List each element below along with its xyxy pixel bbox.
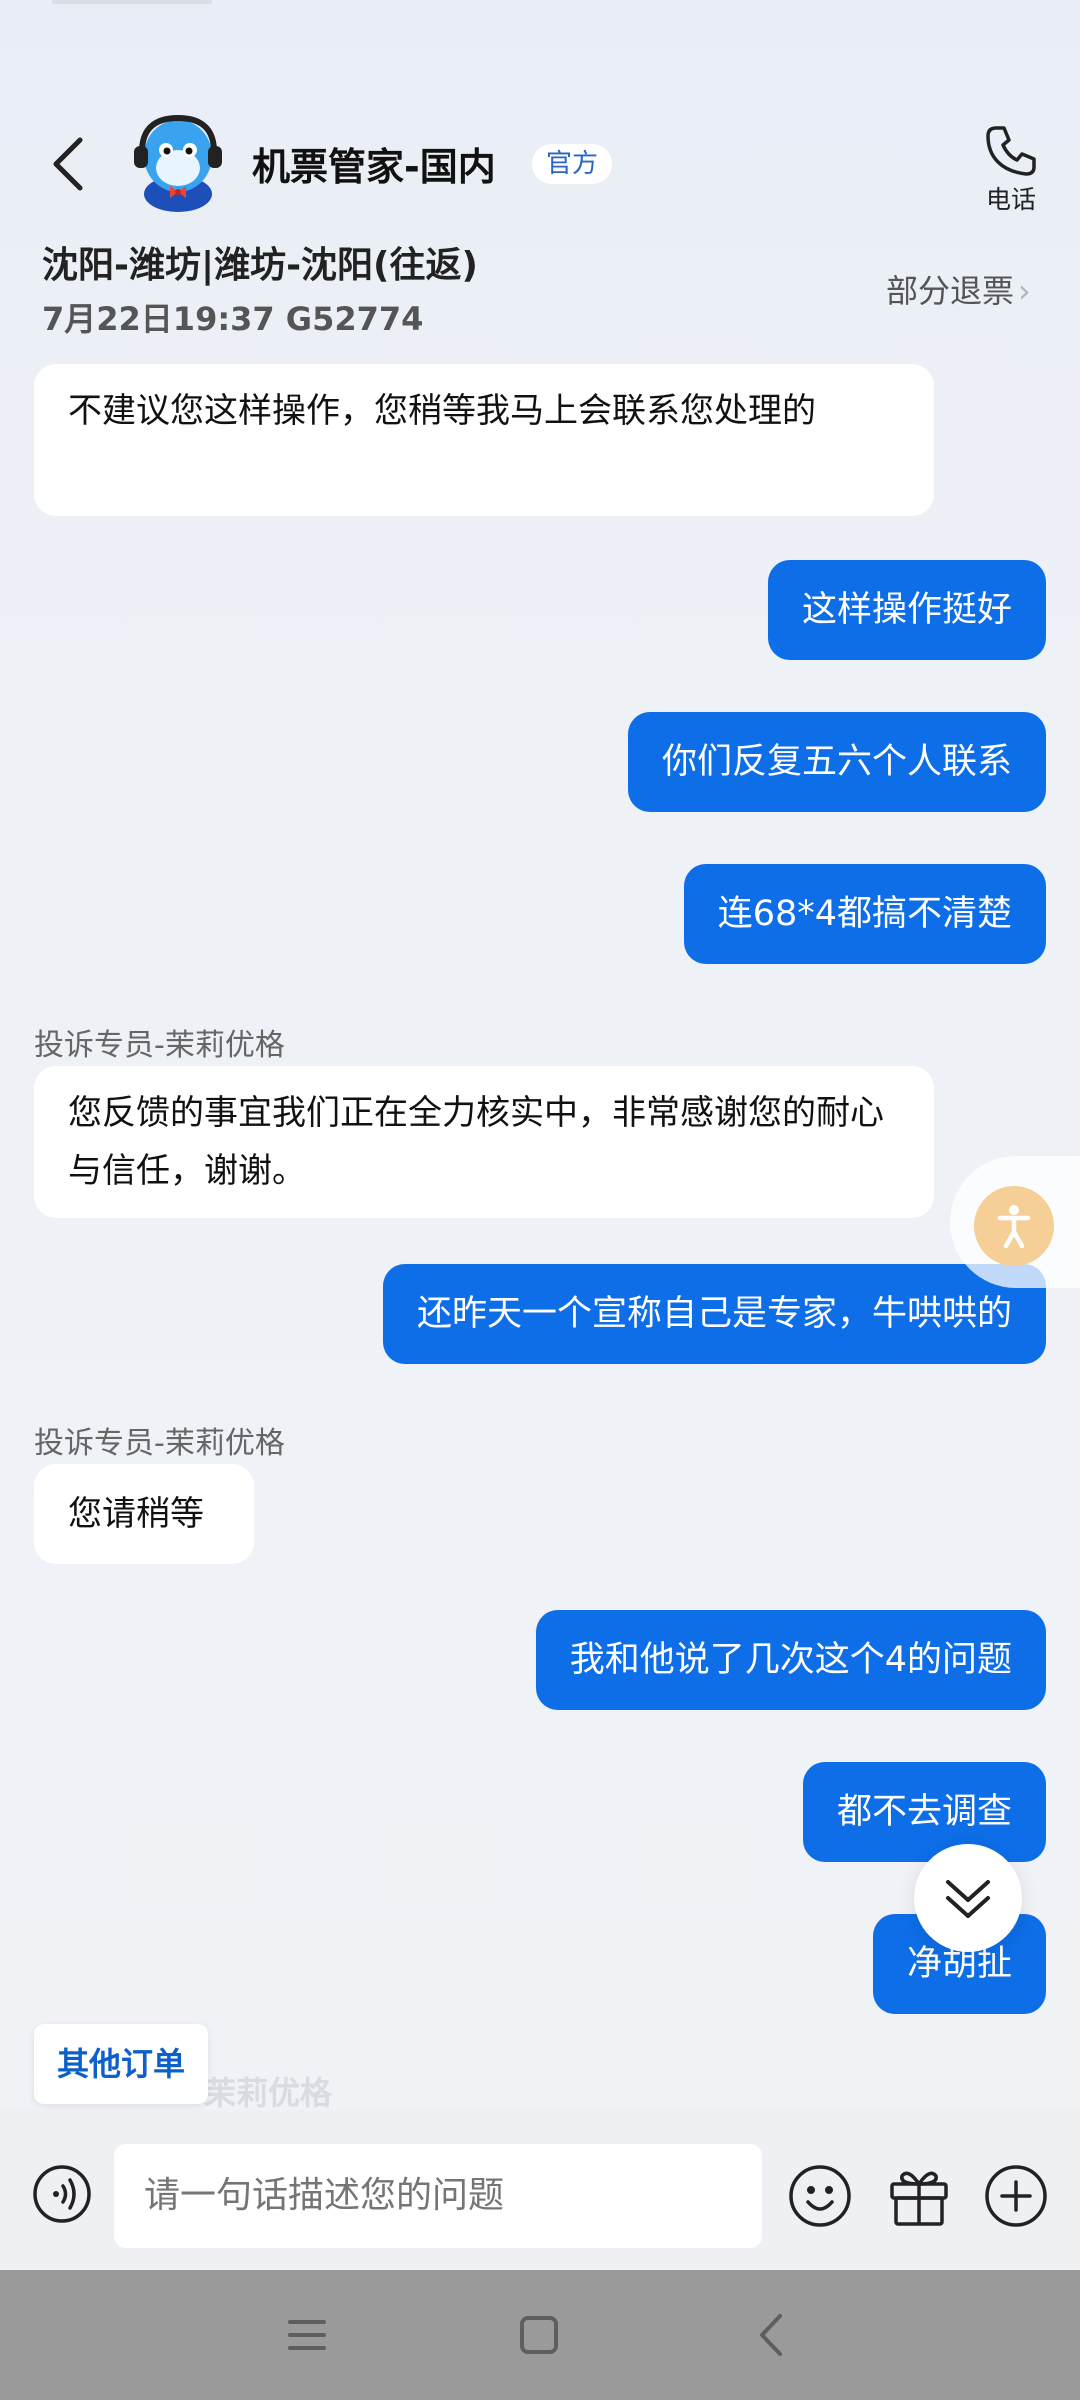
gift-icon	[890, 2171, 948, 2226]
message-sender: 投诉专员-茉莉优格	[34, 1426, 285, 1461]
partial-refund-link[interactable]: 部分退票 ›	[886, 266, 1031, 312]
message-input[interactable]	[114, 2144, 762, 2248]
refund-label: 部分退票	[886, 272, 1015, 310]
nav-back-button[interactable]	[756, 2310, 786, 2360]
flight-info: 7月22日19:37 G52774	[42, 300, 424, 338]
phone-button[interactable]	[984, 124, 1038, 178]
ghost-sender-label: 茉莉优格	[204, 2074, 333, 2112]
nav-home-icon	[520, 2316, 558, 2354]
message-outgoing: 你们反复五六个人联系	[627, 712, 1046, 812]
back-button[interactable]	[48, 136, 88, 192]
phone-icon	[986, 126, 1036, 176]
message-outgoing: 我和他说了几次这个4的问题	[535, 1610, 1046, 1710]
scroll-to-bottom-button[interactable]	[914, 1844, 1022, 1952]
message-outgoing: 这样操作挺好	[767, 560, 1046, 660]
gift-button[interactable]	[886, 2164, 952, 2228]
nav-home-button[interactable]	[518, 2314, 560, 2356]
voice-button[interactable]	[32, 2164, 92, 2224]
emoji-button[interactable]	[788, 2164, 852, 2228]
mascot-avatar-icon	[134, 114, 222, 212]
status-bar-remnant	[52, 0, 212, 4]
message-incoming: 不建议您这样操作，您稍等我马上会联系您处理的	[34, 364, 934, 516]
nav-menu-icon	[288, 2320, 326, 2350]
message-outgoing: 连68*4都搞不清楚	[683, 864, 1046, 964]
message-incoming: 您反馈的事宜我们正在全力核实中，非常感谢您的耐心与信任，谢谢。	[34, 1066, 934, 1218]
chevron-right-icon: ›	[1018, 272, 1031, 310]
voice-icon	[33, 2165, 91, 2223]
plus-icon	[985, 2165, 1047, 2227]
phone-label[interactable]: 电话	[986, 180, 1036, 216]
nav-back-icon	[760, 2314, 782, 2356]
chevron-down-icon	[946, 1880, 990, 1918]
message-incoming: 您请稍等	[34, 1464, 254, 1564]
nav-menu-button[interactable]	[286, 2314, 328, 2356]
back-arrow-icon	[53, 137, 83, 191]
avatar[interactable]	[128, 112, 228, 212]
emoji-icon	[789, 2165, 851, 2227]
accessibility-icon	[997, 1205, 1031, 1249]
accessibility-button[interactable]	[974, 1186, 1054, 1266]
message-sender: 投诉专员-茉莉优格	[34, 1028, 285, 1063]
chat-title: 机票管家-国内	[252, 145, 496, 189]
official-badge: 官方	[532, 144, 613, 184]
flight-route: 沈阳-潍坊|潍坊-沈阳(往返)	[42, 245, 478, 286]
more-button[interactable]	[984, 2164, 1048, 2228]
message-outgoing: 还昨天一个宣称自己是专家，牛哄哄的	[382, 1264, 1046, 1364]
other-orders-button[interactable]: 其他订单	[34, 2024, 208, 2104]
